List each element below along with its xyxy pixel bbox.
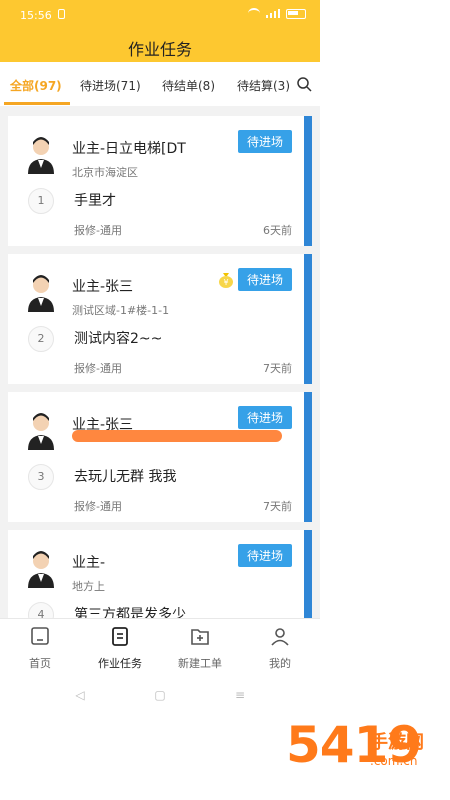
filter-tabs: 全部(97) 待进场(71) 待结单(8) 待结算(3): [0, 62, 320, 107]
header-bar: 15:56 作业任务: [0, 0, 320, 62]
task-card[interactable]: 业主- 地方上 4 第三方都是发多少 待进场: [8, 530, 312, 618]
page-title: 作业任务: [127, 40, 192, 59]
avatar-icon: [24, 134, 58, 174]
search-icon[interactable]: [296, 76, 312, 92]
battery-icon: [286, 8, 306, 19]
wifi-icon: [248, 8, 260, 19]
sim-icon: [58, 9, 65, 19]
task-card[interactable]: 业主-张三 3 去玩儿无群 我我 报修-通用 7天前 待进场: [8, 392, 312, 522]
time-ago: 7天前: [263, 500, 292, 513]
nav-label: 我的: [269, 657, 291, 670]
bottom-nav: 首页 作业任务 新建工单 我的: [0, 618, 320, 681]
menu-icon[interactable]: ≡: [233, 688, 247, 702]
nav-label: 首页: [29, 657, 51, 670]
task-content: 测试内容2~~: [74, 331, 163, 347]
status-badge: 待进场: [237, 406, 292, 429]
card-index: 2: [28, 326, 54, 352]
avatar-icon: [24, 548, 58, 588]
owner-name: 业主-日立电梯[DT: [72, 141, 186, 157]
avatar-icon: [24, 272, 58, 312]
watermark-name: 手游网: [370, 732, 424, 753]
task-type: 报修-通用: [74, 362, 122, 375]
owner-name: 业主-张三: [72, 279, 134, 295]
status-badge: 待进场: [237, 544, 292, 567]
nav-tasks[interactable]: 作业任务: [80, 625, 160, 671]
location: 北京市海淀区: [72, 166, 138, 179]
nav-home[interactable]: 首页: [0, 625, 80, 671]
task-type: 报修-通用: [74, 500, 122, 513]
system-nav-bar: ◁ ▢ ≡: [0, 682, 320, 708]
card-index: 4: [28, 602, 54, 618]
user-icon: [271, 628, 289, 646]
watermark-domain: .com.cn: [370, 754, 418, 768]
tab-pending-settle[interactable]: 待结算(3): [237, 77, 290, 94]
task-card[interactable]: 业主-日立电梯[DT 北京市海淀区 1 手里才 报修-通用 6天前 待进场: [8, 116, 312, 246]
nav-label: 作业任务: [98, 657, 142, 670]
clipboard-icon: [112, 627, 128, 646]
new-order-icon: [191, 629, 209, 645]
task-card[interactable]: 业主-张三 ¥ 测试区域-1#楼-1-1 2 测试内容2~~ 报修-通用 7天前…: [8, 254, 312, 384]
location: 测试区域-1#楼-1-1: [72, 304, 170, 317]
nav-new-order[interactable]: 新建工单: [160, 625, 240, 671]
task-list: 业主-日立电梯[DT 北京市海淀区 1 手里才 报修-通用 6天前 待进场 业主…: [0, 106, 320, 618]
avatar-icon: [24, 410, 58, 450]
tab-pending-close[interactable]: 待结单(8): [162, 77, 215, 94]
card-index: 1: [28, 188, 54, 214]
tab-all[interactable]: 全部(97): [10, 77, 62, 94]
task-content: 去玩儿无群 我我: [74, 469, 177, 485]
task-content: 第三方都是发多少: [74, 607, 186, 618]
money-bag-icon: ¥: [219, 273, 233, 288]
time-ago: 7天前: [263, 362, 292, 375]
svg-text:¥: ¥: [223, 278, 228, 287]
status-bar: 15:56: [0, 0, 320, 30]
status-time: 15:56: [20, 9, 52, 22]
status-badge: 待进场: [237, 130, 292, 153]
home-button-icon[interactable]: ▢: [153, 688, 167, 702]
tab-pending-entry[interactable]: 待进场(71): [80, 77, 141, 94]
card-index: 3: [28, 464, 54, 490]
redaction-mark: [72, 430, 282, 442]
task-type: 报修-通用: [74, 224, 122, 237]
task-content: 手里才: [74, 193, 116, 209]
home-icon: [31, 627, 49, 645]
nav-profile[interactable]: 我的: [240, 625, 320, 671]
watermark-logo: 5419 手游网 .com.cn: [286, 720, 446, 800]
status-icons: [248, 8, 306, 19]
location: 地方上: [72, 580, 105, 593]
back-icon[interactable]: ◁: [73, 688, 87, 702]
phone-screen: 15:56 作业任务 全部(97) 待进场(71) 待结单(8) 待结算(3): [0, 0, 320, 800]
owner-name: 业主-: [72, 555, 106, 571]
status-badge: 待进场: [237, 268, 292, 291]
time-ago: 6天前: [263, 224, 292, 237]
signal-icon: [266, 9, 280, 18]
nav-label: 新建工单: [178, 657, 222, 670]
active-tab-indicator: [4, 102, 70, 105]
